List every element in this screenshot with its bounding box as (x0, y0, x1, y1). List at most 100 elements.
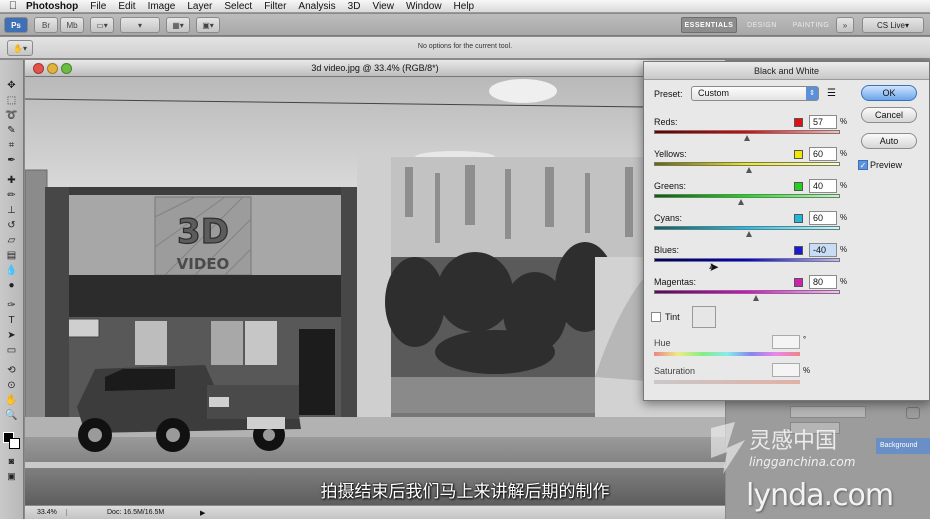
3d-orbit-tool-icon[interactable]: ⊙ (4, 380, 19, 392)
magentas-label: Magentas: (654, 277, 697, 287)
reds-value-field[interactable]: 57 (809, 115, 837, 129)
toolbox: ✥ ⬚ ➰ ✎ ⌗ ✒ ✚ ✏ ⊥ ↺ ▱ ▤ 💧 ● ✑ T ➤ ▭ ⟲ ⊙ … (0, 60, 24, 519)
yellows-unit: % (840, 149, 848, 158)
zoom-tool-icon[interactable]: 🔍 (4, 410, 19, 422)
magentas-value-field[interactable]: 80 (809, 275, 837, 289)
workspace-design[interactable]: DESIGN (741, 17, 783, 33)
history-brush-tool-icon[interactable]: ↺ (4, 220, 19, 232)
auto-button[interactable]: Auto (861, 133, 917, 149)
lingganchina-watermark: 灵感中国 lingganchina.com (711, 422, 855, 474)
brush-tool-icon[interactable]: ✏ (4, 190, 19, 202)
menu-window[interactable]: Window (406, 1, 442, 12)
3d-rotate-tool-icon[interactable]: ⟲ (4, 365, 19, 377)
saturation-field[interactable] (772, 363, 800, 377)
pen-tool-icon[interactable]: ✑ (4, 300, 19, 312)
black-and-white-dialog: Black and White Preset: Custom ⇕ ☰ Reds:… (643, 61, 930, 401)
greens-value-field[interactable]: 40 (809, 179, 837, 193)
cancel-button[interactable]: Cancel (861, 107, 917, 123)
greens-slider-thumb[interactable] (738, 199, 744, 205)
clone-stamp-tool-icon[interactable]: ⊥ (4, 205, 19, 217)
image-canvas[interactable]: 3D VIDEO (25, 77, 725, 505)
greens-slider-track[interactable] (654, 194, 840, 198)
spot-healing-tool-icon[interactable]: ✚ (4, 175, 19, 187)
screen-mode-icon[interactable]: ▣▾ (196, 17, 220, 33)
blues-slider-track[interactable] (654, 258, 840, 262)
launch-mini-bridge-icon[interactable]: Mb (60, 17, 84, 33)
quick-select-tool-icon[interactable]: ✎ (4, 125, 19, 137)
tint-color-swatch[interactable] (692, 306, 716, 328)
zoom-window-button[interactable] (61, 63, 72, 74)
cs-live-button[interactable]: CS Live ▾ (862, 17, 924, 33)
tint-label: Tint (665, 312, 680, 322)
minimize-window-button[interactable] (47, 63, 58, 74)
launch-bridge-icon[interactable]: Br (34, 17, 58, 33)
reds-slider-track[interactable] (654, 130, 840, 134)
preset-options-icon[interactable]: ☰ (827, 88, 836, 99)
document-titlebar: 3d video.jpg @ 33.4% (RGB/8*) (25, 60, 725, 77)
menu-bar:  Photoshop File Edit Image Layer Select… (0, 0, 930, 13)
video-subtitle: 拍摄结束后我们马上来讲解后期的制作 (320, 482, 610, 502)
marquee-tool-icon[interactable]: ⬚ (4, 95, 19, 107)
gradient-tool-icon[interactable]: ▤ (4, 250, 19, 262)
cyans-slider-thumb[interactable] (746, 231, 752, 237)
menu-3d[interactable]: 3D (348, 1, 361, 12)
blues-value-field[interactable]: -40 (809, 243, 837, 257)
type-tool-icon[interactable]: T (4, 315, 19, 327)
workspace-painting[interactable]: PAINTING (787, 17, 835, 33)
menu-help[interactable]: Help (454, 1, 475, 12)
workspace-more-icon[interactable]: » (836, 17, 854, 33)
magentas-color-swatch (794, 278, 803, 287)
yellows-slider-thumb[interactable] (746, 167, 752, 173)
eyedropper-tool-icon[interactable]: ✒ (4, 155, 19, 167)
zoom-readout[interactable]: 33.4% (25, 509, 67, 516)
saturation-slider[interactable] (654, 380, 800, 384)
cyans-slider-track[interactable] (654, 226, 840, 230)
menu-app-name[interactable]: Photoshop (26, 1, 78, 12)
menu-select[interactable]: Select (224, 1, 252, 12)
magentas-slider-track[interactable] (654, 290, 840, 294)
crop-tool-icon[interactable]: ⌗ (4, 140, 19, 152)
tint-checkbox[interactable] (651, 312, 661, 322)
yellows-value-field[interactable]: 60 (809, 147, 837, 161)
hue-field[interactable] (772, 335, 800, 349)
greens-unit: % (840, 181, 848, 190)
magentas-unit: % (840, 277, 848, 286)
cyans-value-field[interactable]: 60 (809, 211, 837, 225)
menu-image[interactable]: Image (148, 1, 176, 12)
ok-button[interactable]: OK (861, 85, 917, 101)
panel-mode-select[interactable] (790, 406, 866, 418)
bridge-logo-icon[interactable]: Ps (4, 17, 28, 33)
menu-edit[interactable]: Edit (118, 1, 135, 12)
move-tool-icon[interactable]: ✥ (4, 80, 19, 92)
hand-tool-icon[interactable]: ✋ (4, 395, 19, 407)
reds-color-swatch (794, 118, 803, 127)
menu-layer[interactable]: Layer (187, 1, 212, 12)
lasso-tool-icon[interactable]: ➰ (4, 110, 19, 122)
yellows-slider-track[interactable] (654, 162, 840, 166)
preset-select[interactable]: Custom ⇕ (691, 86, 819, 101)
workspace-essentials[interactable]: ESSENTIALS (681, 17, 737, 33)
quick-mask-icon[interactable]: ◙ (4, 455, 19, 467)
menu-view[interactable]: View (372, 1, 394, 12)
eraser-tool-icon[interactable]: ▱ (4, 235, 19, 247)
blues-unit: % (840, 245, 848, 254)
menu-filter[interactable]: Filter (264, 1, 286, 12)
dodge-tool-icon[interactable]: ● (4, 280, 19, 292)
magentas-slider-thumb[interactable] (753, 295, 759, 301)
status-arrow-icon[interactable]: ▶ (200, 509, 205, 517)
hue-slider[interactable] (654, 352, 800, 356)
document-info: Doc: 16.5M/16.5M (107, 509, 165, 516)
reds-slider-thumb[interactable] (744, 135, 750, 141)
background-color-swatch[interactable] (9, 438, 20, 449)
blur-tool-icon[interactable]: 💧 (4, 265, 19, 277)
close-window-button[interactable] (33, 63, 44, 74)
menu-file[interactable]: File (90, 1, 106, 12)
menu-analysis[interactable]: Analysis (298, 1, 335, 12)
shape-tool-icon[interactable]: ▭ (4, 345, 19, 357)
arrange-documents-icon[interactable]: ▦▾ (166, 17, 190, 33)
apple-menu-icon[interactable]:  (0, 0, 26, 12)
path-selection-tool-icon[interactable]: ➤ (4, 330, 19, 342)
preview-checkbox[interactable]: ✓ (858, 160, 868, 170)
view-extras-icon[interactable]: ▭▾ (90, 17, 114, 33)
zoom-level-menu[interactable]: ▾ (120, 17, 160, 33)
